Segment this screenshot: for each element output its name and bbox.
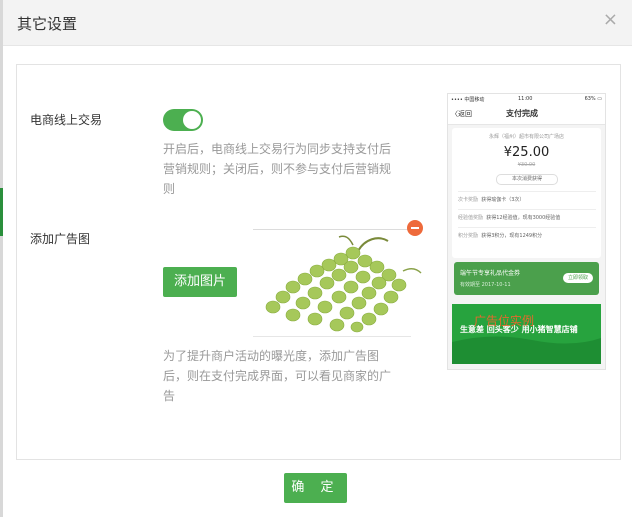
merchant-name: 永辉（福州）超市有限公司广场店 [488, 134, 564, 140]
reward-row-1: 次卡奖励 获得瑜伽卡（3次） [458, 191, 596, 209]
coupon-title: 端午节专享礼品代金券 [460, 270, 521, 277]
ad-desc-line-1: 为了提升商户活动的曝光度，添加广告图 [163, 349, 380, 363]
payment-card: 永辉（福州）超市有限公司广场店 ¥25.00 ¥30.00 本次消费获得 次卡奖… [452, 128, 601, 258]
ad-image-description: 为了提升商户活动的曝光度，添加广告图 后，则在支付完成界面，可以看见商家的广 告 [163, 346, 403, 406]
status-battery: 63% ▭ [584, 96, 602, 102]
add-image-button[interactable]: 添加图片 [163, 267, 237, 297]
reward-value: 获得3积分，现有1249积分 [481, 233, 543, 239]
dialog-title: 其它设置 [17, 15, 78, 33]
coupon-card: 端午节专享礼品代金券 有效期至 2017-10-11 立即领取 [454, 262, 599, 295]
settings-panel: 电商线上交易 开启后，电商线上交易行为同步支持支付后 营销规则；关闭后，则不参与… [16, 64, 621, 460]
dialog-header: 其它设置 × [3, 0, 632, 46]
settings-dialog: 其它设置 × 电商线上交易 开启后，电商线上交易行为同步支持支付后 营销规则；关… [3, 0, 632, 517]
phone-back: 〈返回 [451, 110, 472, 118]
reward-row-2: 经验值奖励 获得12经验值，现有3000经验值 [458, 209, 596, 227]
close-icon[interactable]: × [603, 9, 618, 30]
reward-value: 获得12经验值，现有3000经验值 [486, 215, 561, 221]
ad-desc-line-2: 后，则在支付完成界面，可以看见商家的广 [163, 369, 392, 383]
ad-example-caption: 广告位实例 [474, 314, 535, 328]
reward-value: 获得瑜伽卡（3次） [481, 197, 525, 203]
image-top-border [253, 229, 411, 230]
ad-image-label: 添加广告图 [30, 232, 91, 246]
phone-nav-bar: 〈返回 支付完成 [448, 104, 605, 125]
toggle-knob [183, 111, 201, 129]
reward-name: 经验值奖励 [458, 215, 484, 221]
pay-amount: ¥25.00 [503, 145, 550, 160]
section-label: 本次消费获得 [496, 174, 558, 185]
confirm-button[interactable]: 确 定 [284, 473, 347, 503]
ad-desc-line-3: 告 [163, 389, 176, 403]
ecommerce-label: 电商线上交易 [30, 113, 103, 127]
image-bottom-border [253, 336, 411, 337]
original-amount: ¥30.00 [517, 162, 536, 168]
ecommerce-desc-line-2: 营销规则；关闭后，则不参与支付后营销规 [163, 162, 392, 176]
coupon-claim-button: 立即领取 [563, 273, 593, 283]
reward-name: 积分奖励 [458, 233, 479, 239]
phone-title: 支付完成 [506, 109, 538, 118]
status-carrier: •••• 中国移动 [451, 97, 485, 103]
coupon-date: 有效期至 2017-10-11 [460, 282, 511, 288]
ecommerce-desc-line-1: 开启后，电商线上交易行为同步支持支付后 [163, 142, 392, 156]
grapes-image [265, 235, 422, 333]
phone-status-bar: •••• 中国移动 11:00 63% ▭ [448, 94, 605, 104]
reward-name: 次卡奖励 [458, 197, 479, 203]
ecommerce-description: 开启后，电商线上交易行为同步支持支付后 营销规则；关闭后，则不参与支付后营销规 … [163, 139, 403, 199]
ecommerce-toggle[interactable] [163, 109, 203, 131]
status-time: 11:00 [518, 96, 533, 102]
reward-row-3: 积分奖励 获得3积分，现有1249积分 [458, 227, 596, 245]
ecommerce-desc-line-3: 则 [163, 182, 176, 196]
